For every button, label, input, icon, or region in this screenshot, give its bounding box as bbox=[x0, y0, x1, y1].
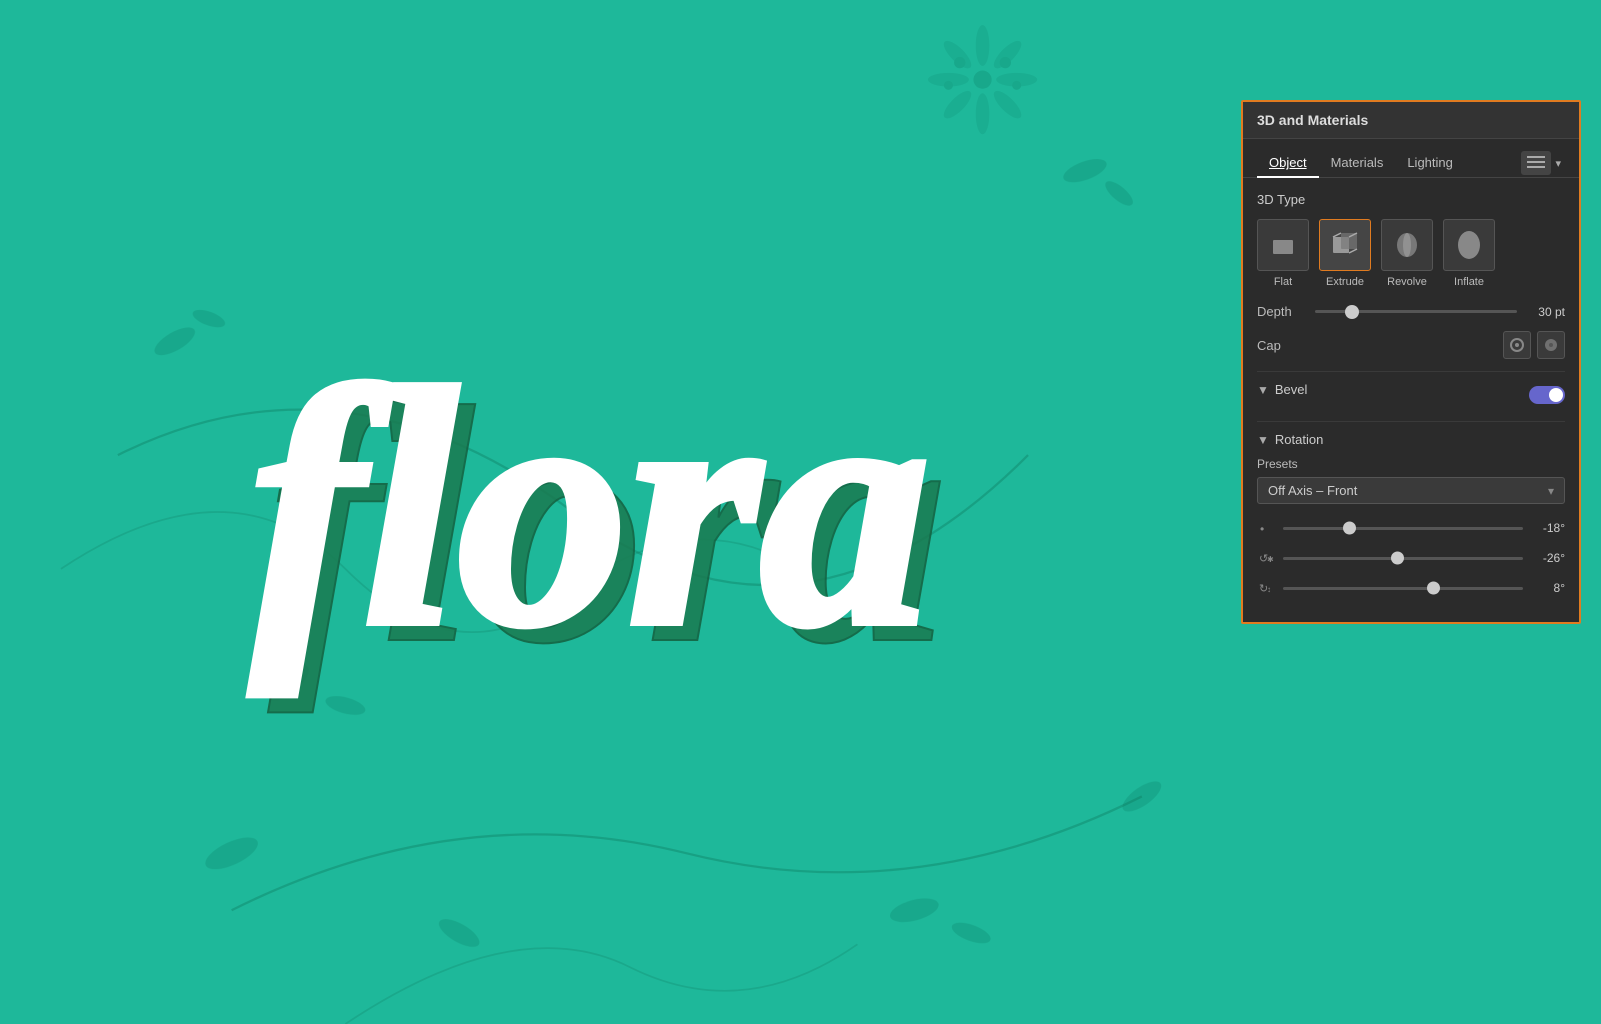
bevel-chevron-icon: ▼ bbox=[1257, 383, 1269, 397]
presets-label: Presets bbox=[1257, 457, 1565, 471]
cap-label: Cap bbox=[1257, 338, 1503, 353]
rotation-title: Rotation bbox=[1275, 432, 1323, 447]
svg-text:↕: ↕ bbox=[1267, 585, 1271, 594]
bevel-section-header[interactable]: ▼ Bevel bbox=[1257, 382, 1529, 397]
flora-text: flora flora bbox=[190, 202, 1090, 822]
bevel-title: Bevel bbox=[1275, 382, 1308, 397]
divider-1 bbox=[1257, 371, 1565, 372]
panel-options-icon[interactable] bbox=[1521, 151, 1551, 175]
svg-text:flora: flora bbox=[250, 319, 930, 696]
extrude-icon bbox=[1319, 219, 1371, 271]
rotation-y-row: ↺ ✱ -26° bbox=[1257, 548, 1565, 568]
divider-2 bbox=[1257, 421, 1565, 422]
rotation-z-thumb[interactable] bbox=[1427, 582, 1440, 595]
bevel-toggle[interactable] bbox=[1529, 386, 1565, 404]
bevel-row: ▼ Bevel bbox=[1257, 382, 1565, 407]
cap-row: Cap bbox=[1257, 331, 1565, 359]
depth-row: Depth 30 pt bbox=[1257, 304, 1565, 319]
rotation-z-icon: ↻ ↕ bbox=[1257, 578, 1277, 598]
inflate-icon bbox=[1443, 219, 1495, 271]
rotation-z-track[interactable] bbox=[1283, 587, 1523, 590]
preset-dropdown[interactable]: Off Axis – Front ▾ bbox=[1257, 477, 1565, 504]
panel-title: 3D and Materials bbox=[1257, 112, 1368, 128]
flat-icon bbox=[1257, 219, 1309, 271]
depth-slider-container: 30 pt bbox=[1315, 305, 1565, 319]
rotation-y-value[interactable]: -26° bbox=[1529, 551, 1565, 565]
panel-header: 3D and Materials bbox=[1243, 102, 1579, 139]
panel-tabs: Object Materials Lighting ▾ bbox=[1243, 139, 1579, 178]
preset-dropdown-arrow-icon: ▾ bbox=[1548, 484, 1554, 498]
type-btn-revolve[interactable]: Revolve bbox=[1381, 219, 1433, 288]
rotation-y-icon: ↺ ✱ bbox=[1257, 548, 1277, 568]
cap-btn-closed[interactable] bbox=[1537, 331, 1565, 359]
panel-chevron-icon[interactable]: ▾ bbox=[1551, 157, 1565, 170]
depth-value[interactable]: 30 pt bbox=[1525, 305, 1565, 319]
bevel-toggle-knob bbox=[1549, 388, 1563, 402]
tab-object[interactable]: Object bbox=[1257, 149, 1319, 178]
svg-text:✱: ✱ bbox=[1267, 555, 1274, 564]
3d-type-label: 3D Type bbox=[1257, 192, 1565, 207]
rotation-x-value[interactable]: -18° bbox=[1529, 521, 1565, 535]
preset-dropdown-value: Off Axis – Front bbox=[1268, 483, 1548, 498]
depth-label: Depth bbox=[1257, 304, 1307, 319]
type-btn-flat[interactable]: Flat bbox=[1257, 219, 1309, 288]
3d-type-buttons: Flat Extrude bbox=[1257, 219, 1565, 288]
rotation-z-value[interactable]: 8° bbox=[1529, 581, 1565, 595]
rotation-chevron-icon: ▼ bbox=[1257, 433, 1269, 447]
cap-buttons bbox=[1503, 331, 1565, 359]
rotation-y-track[interactable] bbox=[1283, 557, 1523, 560]
rotation-x-row: • -18° bbox=[1257, 518, 1565, 538]
depth-slider-track[interactable] bbox=[1315, 310, 1517, 313]
svg-text:•: • bbox=[1260, 522, 1264, 536]
revolve-icon bbox=[1381, 219, 1433, 271]
rotation-x-track[interactable] bbox=[1283, 527, 1523, 530]
cap-btn-open[interactable] bbox=[1503, 331, 1531, 359]
rotation-x-icon: • bbox=[1257, 518, 1277, 538]
bevel-header: ▼ Bevel bbox=[1257, 382, 1529, 407]
rotation-z-row: ↻ ↕ 8° bbox=[1257, 578, 1565, 598]
rotation-section: ▼ Rotation Presets Off Axis – Front ▾ • bbox=[1257, 432, 1565, 598]
tab-lighting[interactable]: Lighting bbox=[1395, 149, 1465, 178]
rotation-y-thumb[interactable] bbox=[1391, 552, 1404, 565]
panel-content: 3D Type Flat bbox=[1243, 178, 1579, 622]
depth-slider-thumb[interactable] bbox=[1345, 305, 1359, 319]
tab-materials[interactable]: Materials bbox=[1319, 149, 1396, 178]
3d-materials-panel: 3D and Materials Object Materials Lighti… bbox=[1241, 100, 1581, 624]
type-btn-inflate[interactable]: Inflate bbox=[1443, 219, 1495, 288]
type-btn-extrude[interactable]: Extrude bbox=[1319, 219, 1371, 288]
rotation-x-thumb[interactable] bbox=[1343, 522, 1356, 535]
rotation-section-header[interactable]: ▼ Rotation bbox=[1257, 432, 1565, 447]
